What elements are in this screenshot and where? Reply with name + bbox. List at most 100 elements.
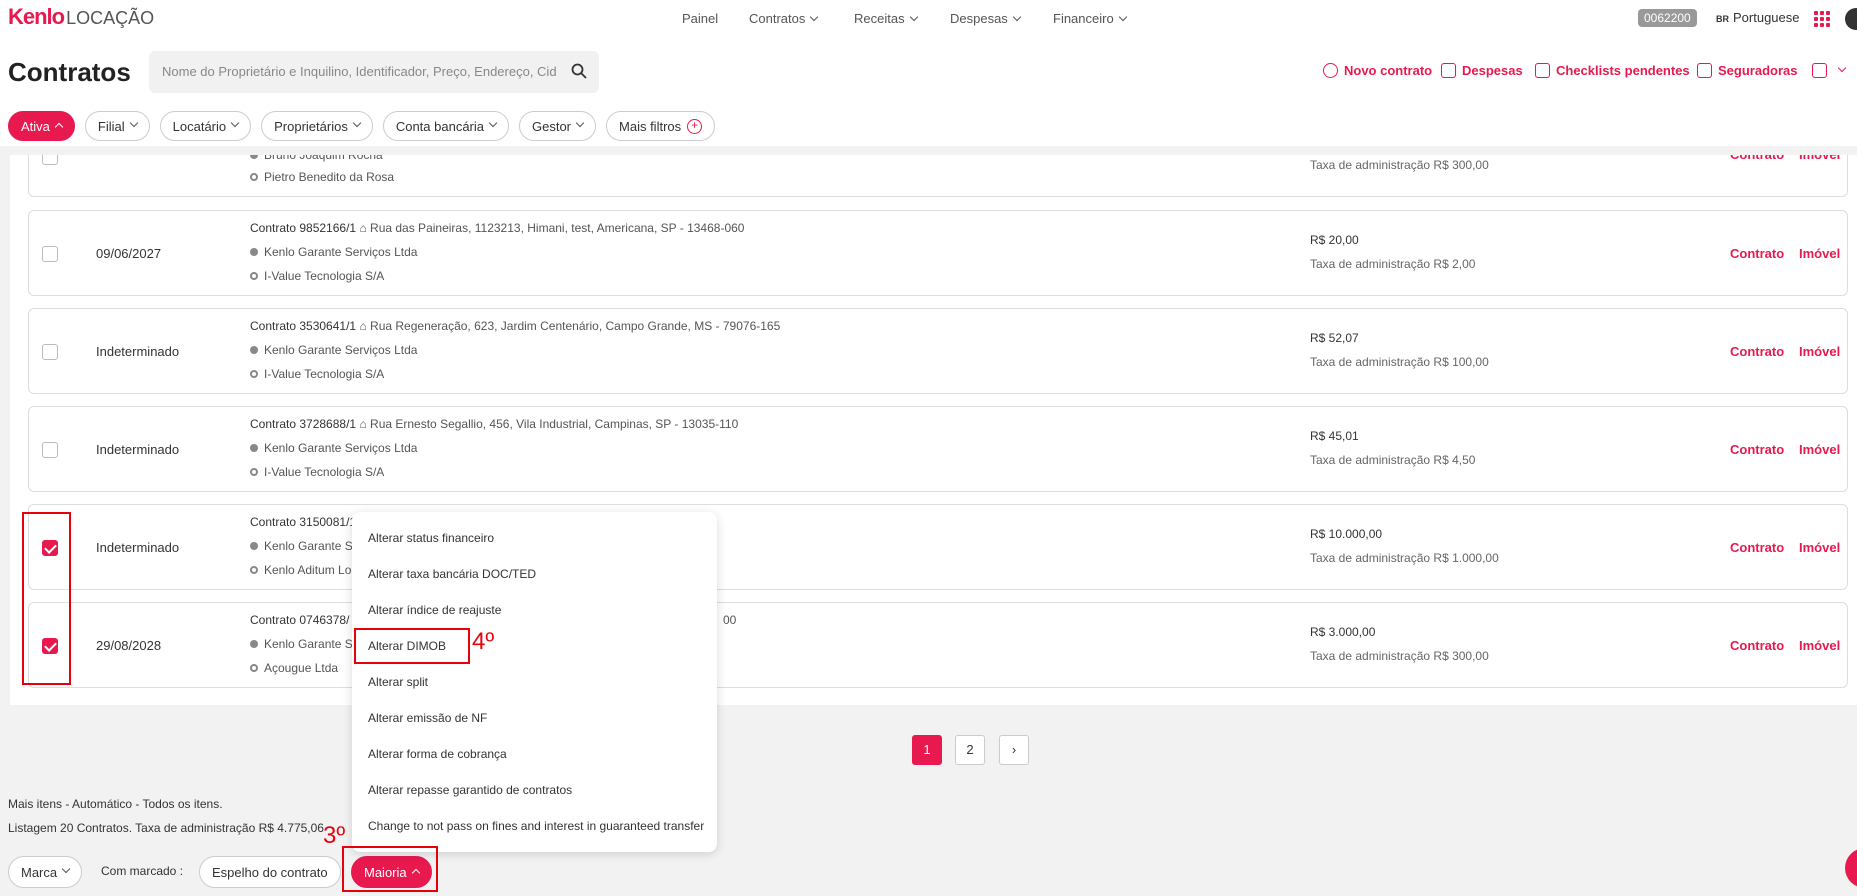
apps-grid-icon[interactable]	[1814, 11, 1830, 27]
expenses-button[interactable]: Despesas	[1441, 63, 1523, 78]
tenant-name: Kenlo Garante Se	[250, 637, 359, 651]
page-2-button[interactable]: 2	[955, 735, 985, 765]
key-icon	[250, 173, 258, 181]
page-1-button[interactable]: 1	[912, 735, 942, 765]
pending-checklists-button[interactable]: Checklists pendentes	[1535, 63, 1690, 78]
row-checkbox[interactable]	[42, 246, 58, 262]
person-icon	[250, 248, 258, 256]
contract-link[interactable]: Contrato	[1730, 638, 1784, 653]
rent-value: R$ 3.000,00	[1310, 625, 1376, 639]
key-icon	[250, 272, 258, 280]
nav-contratos[interactable]: Contratos	[749, 11, 819, 26]
chevron-down-icon	[575, 118, 585, 128]
property-link[interactable]: Imóvel	[1799, 344, 1840, 359]
listing-summary: Listagem 20 Contratos. Taxa de administr…	[8, 821, 324, 835]
contract-link[interactable]: Contrato	[1730, 344, 1784, 359]
kenlo-logo[interactable]: Kenlo LOCAÇÃO	[8, 4, 154, 30]
property-link[interactable]: Imóvel	[1799, 442, 1840, 457]
contract-row: Indeterminado Contrato 3150081/1 Kenlo G…	[28, 504, 1848, 590]
contract-title: Contrato 3150081/1	[250, 515, 357, 529]
contract-end-date: Indeterminado	[96, 540, 180, 555]
footer-note: Mais itens - Automático - Todos os itens…	[8, 797, 223, 811]
property-link[interactable]: Imóvel	[1799, 246, 1840, 261]
print-button[interactable]	[1812, 63, 1847, 78]
nav-receitas[interactable]: Receitas	[854, 11, 918, 26]
menu-item-guaranteed-transfer[interactable]: Alterar repasse garantido de contratos	[368, 783, 572, 797]
nav-financeiro[interactable]: Financeiro	[1053, 11, 1127, 26]
menu-item-bank-fee[interactable]: Alterar taxa bancária DOC/TED	[368, 567, 536, 581]
filter-status[interactable]: Ativa	[8, 111, 75, 141]
language-selector[interactable]: BR Portuguese	[1716, 10, 1800, 25]
annotation-dimob-box	[354, 628, 470, 664]
annotation-checkboxes-box	[22, 512, 71, 685]
menu-item-fines-interest[interactable]: Change to not pass on fines and interest…	[368, 819, 704, 833]
contract-row: Indeterminado Contrato 3728688/1 ⌂ Rua E…	[28, 406, 1848, 492]
chevron-down-icon	[909, 12, 918, 22]
menu-item-adjustment-index[interactable]: Alterar índice de reajuste	[368, 603, 501, 617]
more-filters-button[interactable]: Mais filtros +	[606, 111, 716, 141]
menu-item-split[interactable]: Alterar split	[368, 675, 428, 689]
contract-end-date: Indeterminado	[96, 344, 180, 359]
printer-icon	[1812, 63, 1827, 78]
mark-dropdown[interactable]: Marca	[8, 856, 83, 888]
new-contract-button[interactable]: Novo contrato	[1323, 63, 1432, 78]
contract-row: 29/08/2028 Contrato 0746378/ 00 Kenlo Ga…	[28, 602, 1848, 688]
property-link[interactable]: Imóvel	[1799, 638, 1840, 653]
chevron-down-icon	[61, 864, 71, 874]
chevron-down-icon	[352, 118, 362, 128]
plus-circle-icon: +	[687, 118, 703, 134]
contract-link[interactable]: Contrato	[1730, 442, 1784, 457]
menu-item-financial-status[interactable]: Alterar status financeiro	[368, 531, 494, 545]
tenant-name: Kenlo Garante Serviços Ltda	[250, 441, 417, 455]
search-icon[interactable]	[571, 63, 587, 79]
filter-bar: Ativa Filial Locatário Proprietários Con…	[8, 111, 716, 141]
contract-row: Indeterminado Contrato 3530641/1 ⌂ Rua R…	[28, 308, 1848, 394]
contract-link[interactable]: Contrato	[1730, 246, 1784, 261]
filter-branch[interactable]: Filial	[84, 111, 150, 141]
contract-address: 00	[723, 613, 737, 627]
search-placeholder: Nome do Proprietário e Inquilino, Identi…	[162, 64, 557, 79]
wallet-icon	[1441, 63, 1456, 78]
next-page-button[interactable]: ›	[999, 735, 1029, 765]
filter-bank-account[interactable]: Conta bancária	[382, 111, 509, 141]
contract-end-date: 09/06/2027	[96, 246, 162, 261]
person-icon	[250, 346, 258, 354]
owner-name: I-Value Tecnologia S/A	[250, 269, 384, 283]
tenant-name: Kenlo Garante Serviços Ltda	[250, 343, 417, 357]
contract-title: Contrato 3530641/1 ⌂ Rua Regeneração, 62…	[250, 319, 781, 333]
rent-value: R$ 10.000,00	[1310, 527, 1383, 541]
help-fab[interactable]	[1845, 848, 1857, 888]
filter-owners[interactable]: Proprietários	[261, 111, 373, 141]
contract-link[interactable]: Contrato	[1730, 540, 1784, 555]
avatar[interactable]	[1845, 8, 1857, 30]
filter-manager[interactable]: Gestor	[519, 111, 597, 141]
admin-fee: Taxa de administração R$ 300,00	[1310, 649, 1489, 663]
admin-fee: Taxa de administração R$ 1.000,00	[1310, 551, 1499, 565]
chevron-down-icon	[129, 118, 138, 128]
plus-circle-icon	[1323, 63, 1338, 78]
top-bar: Kenlo LOCAÇÃO Painel Contratos Receitas D…	[0, 0, 1857, 38]
row-checkbox[interactable]	[42, 155, 58, 165]
nav-painel[interactable]: Painel	[682, 11, 718, 26]
chevron-down-icon	[1118, 12, 1127, 22]
search-input[interactable]: Nome do Proprietário e Inquilino, Identi…	[149, 51, 599, 93]
bulk-actions-menu: Alterar status financeiro Alterar taxa b…	[352, 512, 717, 852]
menu-item-invoice-issue[interactable]: Alterar emissão de NF	[368, 711, 487, 725]
row-checkbox[interactable]	[42, 344, 58, 360]
row-checkbox[interactable]	[42, 442, 58, 458]
insurers-button[interactable]: Seguradoras	[1697, 63, 1797, 78]
menu-item-billing-method[interactable]: Alterar forma de cobrança	[368, 747, 507, 761]
chevron-down-icon	[1837, 63, 1847, 72]
nav-despesas[interactable]: Despesas	[950, 11, 1022, 26]
contract-end-date: 29/08/2028	[96, 638, 162, 653]
rent-value: R$ 52,07	[1310, 331, 1359, 345]
contract-mirror-button[interactable]: Espelho do contrato	[199, 856, 341, 888]
property-link[interactable]: Imóvel	[1799, 540, 1840, 555]
chevron-up-icon	[54, 122, 64, 132]
filter-tenant[interactable]: Locatário	[159, 111, 252, 141]
person-icon	[250, 542, 258, 550]
chevron-down-icon	[1012, 12, 1022, 22]
page-title: Contratos	[8, 57, 131, 87]
admin-fee: Taxa de administração R$ 100,00	[1310, 355, 1489, 369]
tenant-name: Bruno Joaquim Rocha	[250, 155, 383, 162]
